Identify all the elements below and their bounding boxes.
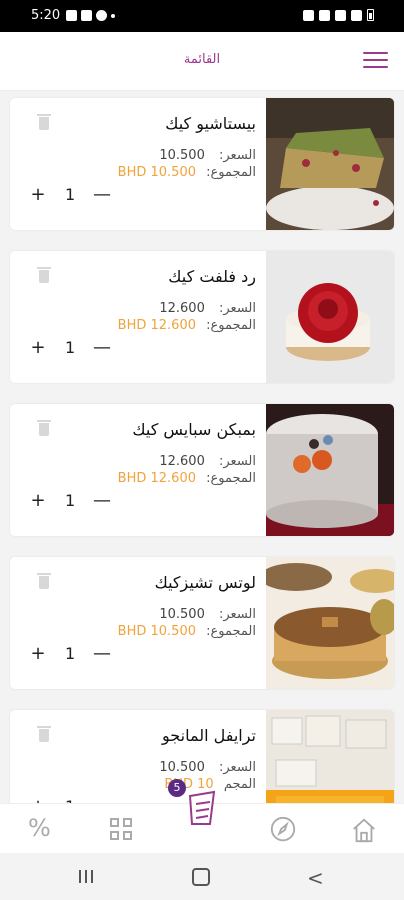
total-row: المجموع: BHD 10.500: [118, 165, 256, 180]
cart-item: لوتس تشيزكيك السعر: 10.500 المجموع: BHD …: [10, 557, 394, 689]
plus-icon[interactable]: +: [27, 796, 49, 803]
total-label: المجم: [223, 777, 256, 792]
quantity-stepper: + 1 —: [27, 643, 122, 665]
item-name: بيستاشيو كيك: [165, 114, 256, 133]
quantity-stepper: + 1 —: [27, 490, 122, 512]
image-icon: [66, 10, 77, 21]
total-label: المجموع:: [206, 318, 256, 333]
total-row: المجموع: BHD 10.500: [118, 624, 256, 639]
product-image[interactable]: [266, 404, 394, 536]
minus-icon[interactable]: —: [91, 643, 113, 664]
product-image[interactable]: [266, 710, 394, 803]
product-image[interactable]: [266, 98, 394, 230]
minus-icon[interactable]: —: [91, 796, 113, 803]
minus-icon[interactable]: —: [91, 337, 113, 358]
quantity-stepper: + 1 —: [27, 184, 122, 206]
total-row: المجموع: BHD 12.600: [118, 471, 256, 486]
price-row: السعر: 10.500: [159, 760, 256, 775]
price-value: 10.500: [159, 148, 205, 163]
status-bar: 5:20: [0, 0, 404, 32]
item-name: بمبكن سبايس كيك: [132, 420, 256, 439]
price-row: السعر: 12.600: [159, 301, 256, 316]
price-label: السعر:: [219, 760, 256, 775]
back-icon[interactable]: <: [307, 866, 324, 890]
wifi-icon: [335, 9, 346, 21]
trash-icon[interactable]: [37, 726, 51, 742]
home-button-icon[interactable]: [192, 868, 210, 886]
trash-icon[interactable]: [37, 573, 51, 589]
plus-icon[interactable]: +: [27, 184, 49, 205]
price-row: السعر: 10.500: [159, 607, 256, 622]
percent-icon[interactable]: %: [28, 814, 58, 842]
minus-icon[interactable]: —: [91, 184, 113, 205]
price-row: السعر: 12.600: [159, 454, 256, 469]
cart-item: بمبكن سبايس كيك السعر: 12.600 المجموع: B…: [10, 404, 394, 536]
signal-icon: [351, 9, 362, 21]
cart-list[interactable]: بيستاشيو كيك السعر: 10.500 المجموع: BHD …: [0, 90, 404, 803]
grid-icon[interactable]: [108, 816, 138, 844]
price-value: 12.600: [159, 454, 205, 469]
trash-icon[interactable]: [37, 267, 51, 283]
total-label: المجموع:: [206, 471, 256, 486]
gallery-icon: [81, 10, 92, 21]
plus-icon[interactable]: +: [27, 643, 49, 664]
notification-icons: [66, 10, 115, 21]
quantity-value: 1: [65, 644, 76, 663]
trash-icon[interactable]: [37, 420, 51, 436]
app-header: القائمة: [0, 32, 404, 91]
price-row: السعر: 10.500: [159, 148, 256, 163]
quantity-stepper: + 1 —: [27, 796, 122, 803]
price-label: السعر:: [219, 607, 256, 622]
battery-icon: [367, 9, 374, 21]
total-value: BHD 10.500: [117, 165, 196, 180]
menu-icon[interactable]: [363, 52, 388, 70]
dot-icon: [111, 14, 115, 18]
cart-icon[interactable]: [180, 784, 224, 828]
item-name: رد فلفت كيك: [168, 267, 256, 286]
cart-item: بيستاشيو كيك السعر: 10.500 المجموع: BHD …: [10, 98, 394, 230]
total-value: BHD 12.600: [117, 318, 196, 333]
whatsapp-icon: [96, 10, 107, 21]
home-icon[interactable]: [349, 816, 379, 844]
product-image[interactable]: [266, 557, 394, 689]
item-name: ترايفل المانجو: [162, 726, 256, 745]
status-time: 5:20: [31, 8, 61, 23]
quantity-value: 1: [65, 338, 76, 357]
quantity-stepper: + 1 —: [27, 337, 122, 359]
trash-icon[interactable]: [37, 114, 51, 130]
quantity-value: 1: [65, 185, 76, 204]
compass-icon[interactable]: [268, 816, 298, 844]
alarm-icon: [303, 9, 314, 21]
total-value: BHD 12.600: [117, 471, 196, 486]
total-label: المجموع:: [206, 624, 256, 639]
total-value: BHD 10.500: [117, 624, 196, 639]
bottom-nav: % 5: [0, 779, 404, 854]
plus-icon[interactable]: +: [27, 490, 49, 511]
page-title: القائمة: [183, 52, 221, 67]
total-label: المجموع:: [206, 165, 256, 180]
price-label: السعر:: [219, 454, 256, 469]
item-name: لوتس تشيزكيك: [154, 573, 256, 592]
plus-icon[interactable]: +: [27, 337, 49, 358]
mute-icon: [319, 9, 330, 21]
price-value: 10.500: [159, 760, 205, 775]
recents-icon[interactable]: [79, 870, 95, 883]
product-image[interactable]: [266, 251, 394, 383]
system-icons: [303, 9, 374, 21]
android-nav-bar: <: [0, 853, 404, 900]
price-value: 10.500: [159, 607, 205, 622]
price-value: 12.600: [159, 301, 205, 316]
price-label: السعر:: [219, 148, 256, 163]
total-row: المجموع: BHD 12.600: [118, 318, 256, 333]
price-label: السعر:: [219, 301, 256, 316]
minus-icon[interactable]: —: [91, 490, 113, 511]
quantity-value: 1: [65, 491, 76, 510]
cart-badge: 5: [168, 779, 186, 797]
cart-item: رد فلفت كيك السعر: 12.600 المجموع: BHD 1…: [10, 251, 394, 383]
